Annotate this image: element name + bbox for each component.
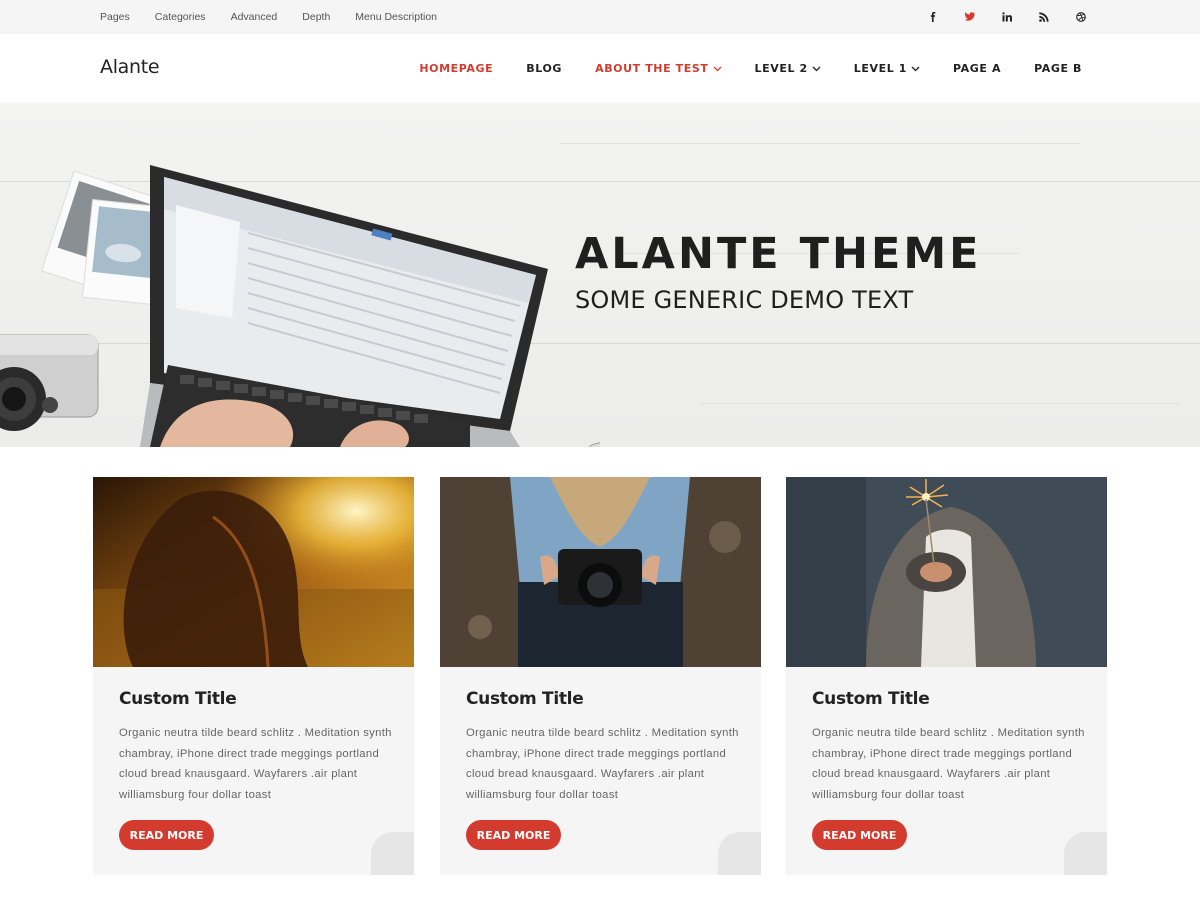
camera [0, 334, 99, 431]
card-title: Custom Title [812, 689, 930, 709]
hero-subtitle: SOME GENERIC DEMO TEXT [575, 286, 914, 314]
top-nav-menu-description[interactable]: Menu Description [355, 11, 437, 23]
card-title: Custom Title [119, 689, 237, 709]
card-corner-decoration [718, 832, 761, 875]
card-text: Organic neutra tilde beard schlitz . Med… [812, 727, 1085, 802]
nav-item-label: PAGE B [1034, 62, 1082, 75]
read-more-button[interactable]: READ MORE [812, 820, 907, 850]
nav-item-label: LEVEL 2 [754, 62, 808, 75]
nav-item-label: BLOG [526, 62, 563, 75]
nav-item-label: LEVEL 1 [853, 62, 907, 75]
nav-item-blog[interactable]: BLOG [526, 62, 562, 75]
nav-item-level-1[interactable]: LEVEL 1 [854, 62, 920, 75]
nav-item-level-2[interactable]: LEVEL 2 [755, 62, 821, 75]
read-more-button[interactable]: READ MORE [466, 820, 561, 850]
nav-item-about-the-test[interactable]: ABOUT THE TEST [595, 62, 721, 75]
linkedin-icon[interactable] [988, 0, 1025, 34]
facebook-icon[interactable] [914, 0, 951, 34]
feature-card: Custom Title Organic neutra tilde beard … [786, 477, 1107, 875]
social-links [914, 0, 1099, 34]
twitter-icon[interactable] [951, 0, 988, 34]
chevron-down-icon [812, 62, 821, 75]
hero-banner: ALANTE THEME SOME GENERIC DEMO TEXT [0, 103, 1200, 447]
site-header: Alante HOMEPAGE BLOG ABOUT THE TEST LEVE… [0, 34, 1200, 103]
nav-item-page-a[interactable]: PAGE A [953, 62, 1001, 75]
card-corner-decoration [371, 832, 414, 875]
top-nav-categories[interactable]: Categories [155, 11, 206, 23]
top-nav-advanced[interactable]: Advanced [231, 11, 278, 23]
card-image-field-girl [93, 477, 414, 667]
read-more-button[interactable]: READ MORE [119, 820, 214, 850]
top-bar: Pages Categories Advanced Depth Menu Des… [0, 0, 1200, 34]
nav-item-label: HOMEPAGE [419, 62, 494, 75]
card-image-sparkler [786, 477, 1107, 667]
card-text: Organic neutra tilde beard schlitz . Med… [119, 727, 392, 802]
top-nav-pages[interactable]: Pages [100, 11, 130, 23]
card-text: Organic neutra tilde beard schlitz . Med… [466, 727, 739, 802]
card-image-camera-girl [440, 477, 761, 667]
feature-card: Custom Title Organic neutra tilde beard … [440, 477, 761, 875]
card-title: Custom Title [466, 689, 584, 709]
hero-illustration [0, 165, 600, 447]
top-nav: Pages Categories Advanced Depth Menu Des… [100, 0, 462, 34]
rss-icon[interactable] [1025, 0, 1062, 34]
main-nav: HOMEPAGE BLOG ABOUT THE TEST LEVEL 2 LEV… [386, 34, 1082, 103]
chevron-down-icon [911, 62, 920, 75]
top-nav-depth[interactable]: Depth [302, 11, 330, 23]
nav-item-page-b[interactable]: PAGE B [1034, 62, 1082, 75]
nav-item-label: ABOUT THE TEST [595, 62, 709, 75]
nav-item-homepage[interactable]: HOMEPAGE [419, 62, 493, 75]
feature-card: Custom Title Organic neutra tilde beard … [93, 477, 414, 875]
site-logo[interactable]: Alante [100, 56, 160, 78]
nav-item-label: PAGE A [953, 62, 1002, 75]
dribbble-icon[interactable] [1062, 0, 1099, 34]
card-corner-decoration [1064, 832, 1107, 875]
chevron-down-icon [713, 62, 722, 75]
laptop [140, 165, 548, 447]
hero-title: ALANTE THEME [575, 229, 982, 279]
